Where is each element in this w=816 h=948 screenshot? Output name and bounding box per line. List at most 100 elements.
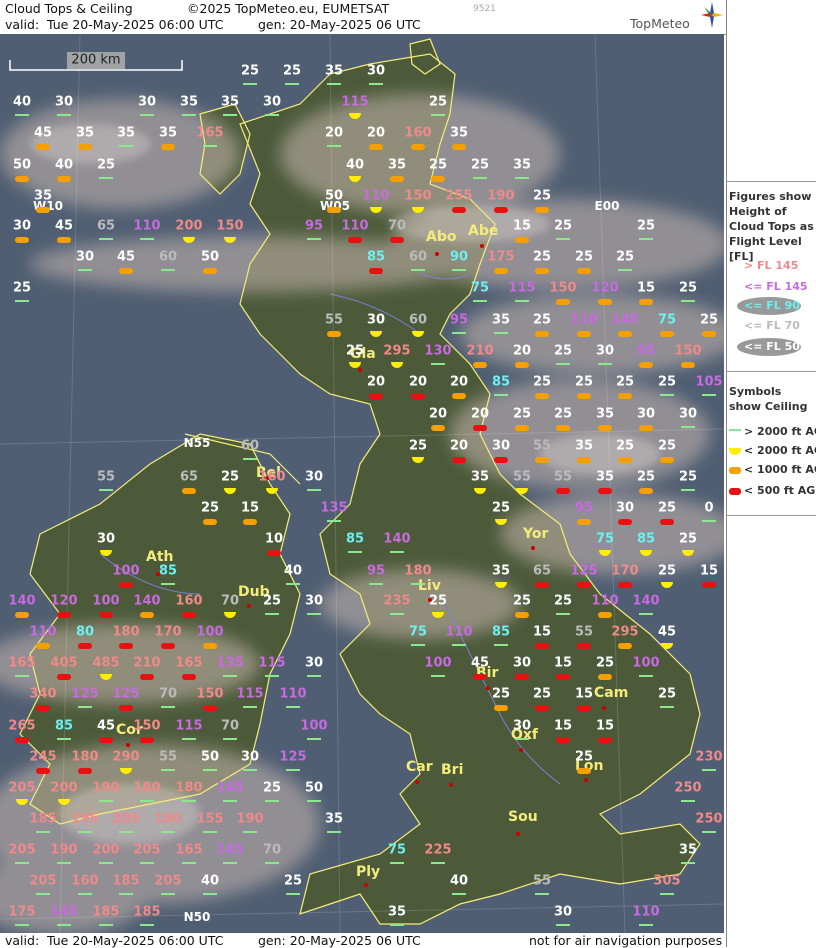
ceiling-symbol-500: [515, 674, 529, 680]
cloud-top-value: 15: [532, 624, 552, 640]
valid-label: valid:: [5, 17, 40, 32]
cloud-top-value: 35: [595, 469, 615, 485]
ceiling-symbol-500: [494, 457, 508, 463]
ceiling-symbol-500: [494, 207, 508, 213]
cloud-top-value: 180: [154, 811, 182, 827]
ceiling-symbol-high: [681, 800, 695, 802]
ceiling-symbol-high: [161, 706, 175, 708]
ceiling-symbol-500: [411, 393, 425, 399]
ceiling-symbol-high: [223, 738, 237, 740]
cloud-top-value: 45: [96, 718, 116, 734]
cloud-top-value: 20: [408, 374, 428, 390]
cloud-top-value: 25: [491, 500, 511, 516]
cloud-top-value: 35: [678, 842, 698, 858]
cloud-top-value: 30: [12, 218, 32, 234]
cloud-top-value: 60: [408, 249, 428, 265]
ceiling-symbol-high: [78, 893, 92, 895]
cloud-top-value: 110: [279, 686, 307, 702]
ceiling-symbol-1000: [618, 331, 632, 337]
ceiling-symbol-500: [57, 674, 71, 680]
ceiling-symbol-high: [203, 145, 217, 147]
cloud-top-value: 35: [595, 406, 615, 422]
ceiling-symbol-1000: [618, 457, 632, 463]
legend-symbol-entry: > 2000 ft AGL: [744, 425, 816, 438]
cloud-top-value: 70: [158, 686, 178, 702]
ceiling-symbol-1000: [535, 457, 549, 463]
ceiling-symbol-high: [473, 300, 487, 302]
cloud-top-value: 135: [320, 500, 348, 516]
cloud-top-value: 25: [553, 406, 573, 422]
cloud-top-value: 30: [304, 593, 324, 609]
cloud-top-value: 65: [96, 218, 116, 234]
ceiling-symbol-high: [411, 644, 425, 646]
cloud-top-value: 75: [408, 624, 428, 640]
ceiling-symbol-high: [57, 738, 71, 740]
ceiling-symbol-high: [99, 489, 113, 491]
ceiling-symbol-high: [411, 583, 425, 585]
cloud-top-value: 25: [553, 343, 573, 359]
cloud-top-value: 205: [29, 873, 57, 889]
cloud-top-value: 70: [387, 218, 407, 234]
cloud-top-value: 25: [345, 343, 365, 359]
ceiling-symbol-1000: [473, 362, 487, 368]
cloud-top-value: 25: [615, 374, 635, 390]
cloud-top-value: 140: [8, 593, 36, 609]
ceiling-symbol-high: [140, 924, 154, 926]
cloud-top-value: 160: [258, 469, 286, 485]
cloud-top-value: 180: [71, 749, 99, 765]
cloud-top-value: 25: [678, 469, 698, 485]
cloud-top-value: 35: [574, 438, 594, 454]
ceiling-symbol-high: [307, 800, 321, 802]
ceiling-symbol-high: [78, 831, 92, 833]
cloud-top-value: 25: [574, 249, 594, 265]
cloud-top-value: 30: [262, 94, 282, 110]
cloud-top-value: 110: [632, 904, 660, 920]
city-marker: [415, 780, 419, 784]
grid-label: N50: [183, 910, 211, 924]
satellite-map[interactable]: 200 km W10 W05 E00 N55 N50 Abe Abo Gla Bel Dub Li…: [0, 34, 724, 933]
ceiling-symbol-high: [639, 238, 653, 240]
ceiling-symbol-1000: [598, 425, 612, 431]
cloud-top-value: 30: [595, 343, 615, 359]
ceiling-symbol-500: [119, 705, 133, 711]
cloud-top-value: 20: [366, 125, 386, 141]
legend-separator: [727, 371, 816, 372]
legend-separator: [727, 181, 816, 182]
cloud-top-value: 55: [553, 469, 573, 485]
ceiling-symbol-high: [223, 675, 237, 677]
ceiling-symbol-high: [182, 862, 196, 864]
ceiling-symbol-high: [265, 800, 279, 802]
cloud-top-value: 200: [92, 842, 120, 858]
cloud-top-value: 30: [512, 655, 532, 671]
ceiling-symbol-high: [119, 893, 133, 895]
cloud-top-value: 115: [236, 686, 264, 702]
legend-fl-entry: <= FL 145: [744, 280, 808, 293]
ceiling-symbol-1000: [639, 362, 653, 368]
cloud-top-value: 205: [112, 811, 140, 827]
cloud-top-value: 150: [216, 218, 244, 234]
ceiling-symbol-high: [390, 551, 404, 553]
cloud-top-value: 100: [196, 624, 224, 640]
legend-line-symbol: [729, 429, 741, 431]
cloud-top-value: 165: [8, 655, 36, 671]
cloud-top-value: 40: [12, 94, 32, 110]
ceiling-symbol-1000: [494, 705, 508, 711]
ceiling-symbol-high: [452, 644, 466, 646]
cloud-top-value: 55: [512, 469, 532, 485]
copyright-text: ©2025 TopMeteo.eu, EUMETSAT: [187, 1, 390, 16]
legend-half-circle-symbol: [729, 448, 741, 455]
ceiling-symbol-high: [265, 114, 279, 116]
cloud-top-value: 35: [158, 125, 178, 141]
ceiling-symbol-high: [307, 738, 321, 740]
cloud-top-value: 25: [283, 873, 303, 889]
footer-valid-time: Tue 20-May-2025 06:00 UTC: [47, 933, 224, 948]
cloud-top-value: 210: [466, 343, 494, 359]
cloud-top-value: 170: [154, 624, 182, 640]
ceiling-symbol-1000: [243, 519, 257, 525]
cloud-top-value: 35: [491, 563, 511, 579]
ceiling-symbol-high: [182, 114, 196, 116]
ceiling-symbol-1000: [556, 425, 570, 431]
ceiling-symbol-500: [618, 582, 632, 588]
city-label: Car: [406, 759, 433, 775]
ceiling-symbol-500: [369, 393, 383, 399]
